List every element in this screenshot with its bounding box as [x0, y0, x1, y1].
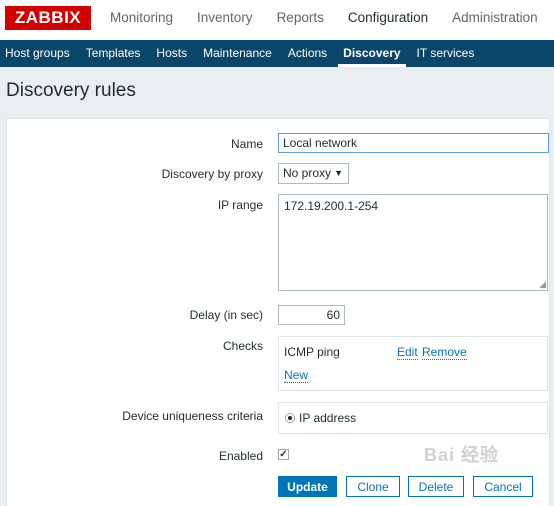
top-menu-monitoring[interactable]: Monitoring — [110, 0, 173, 40]
ip-address-radio[interactable] — [285, 413, 295, 423]
iprange-label: IP range — [217, 198, 263, 212]
proxy-select-value: No proxy — [283, 166, 332, 180]
sub-menu-discovery[interactable]: Discovery — [338, 40, 412, 67]
uniqueness-options: IP address — [278, 402, 548, 434]
zabbix-logo[interactable]: ZABBIX — [5, 6, 91, 30]
sub-navigation: Host groups Templates Hosts Maintenance … — [0, 40, 554, 67]
cancel-button[interactable]: Cancel — [473, 476, 533, 497]
top-menu-inventory[interactable]: Inventory — [197, 0, 253, 40]
top-menu-administration[interactable]: Administration — [452, 0, 538, 40]
iprange-textarea[interactable]: 172.19.200.1-254 ◢ — [278, 194, 548, 291]
checks-label: Checks — [222, 339, 263, 353]
top-menu-configuration[interactable]: Configuration — [348, 0, 428, 40]
iprange-value: 172.19.200.1-254 — [284, 199, 379, 213]
sub-menu-actions[interactable]: Actions — [288, 40, 338, 67]
delay-label: Delay (in sec) — [189, 308, 263, 322]
top-navigation: ZABBIX Monitoring Inventory Reports Conf… — [0, 0, 554, 41]
uniqueness-label: Device uniqueness criteria — [122, 409, 263, 423]
sub-menu-maintenance[interactable]: Maintenance — [203, 40, 283, 67]
sub-menu-host-groups[interactable]: Host groups — [5, 40, 81, 67]
check-item-name: ICMP ping — [284, 345, 340, 359]
name-label: Name — [230, 137, 263, 151]
watermark: Bai 经验 — [424, 445, 500, 465]
update-button[interactable]: Update — [278, 476, 337, 497]
proxy-label: Discovery by proxy — [161, 167, 263, 181]
top-menu: Monitoring Inventory Reports Configurati… — [110, 0, 554, 40]
edit-check-link[interactable]: Edit — [397, 346, 418, 360]
name-input[interactable] — [278, 133, 549, 153]
clone-button[interactable]: Clone — [346, 476, 400, 497]
sub-menu-hosts[interactable]: Hosts — [156, 40, 198, 67]
sub-menu-templates[interactable]: Templates — [86, 40, 152, 67]
resize-grip-icon[interactable]: ◢ — [539, 279, 546, 290]
sub-menu-it-services[interactable]: IT services — [417, 40, 486, 67]
delay-input[interactable] — [278, 305, 345, 325]
top-menu-reports[interactable]: Reports — [277, 0, 324, 40]
enabled-label: Enabled — [218, 449, 263, 463]
ip-address-radio-label[interactable]: IP address — [299, 411, 356, 425]
remove-check-link[interactable]: Remove — [422, 346, 467, 360]
page-title: Discovery rules — [6, 80, 136, 101]
chevron-down-icon: ▼ — [334, 168, 343, 178]
delete-button[interactable]: Delete — [408, 476, 464, 497]
new-check-link[interactable]: New — [284, 369, 309, 383]
checks-table: ICMP ping Edit Remove New — [278, 336, 548, 391]
enabled-checkbox[interactable]: ✓ — [278, 449, 289, 460]
proxy-select[interactable]: No proxy ▼ — [278, 163, 349, 184]
